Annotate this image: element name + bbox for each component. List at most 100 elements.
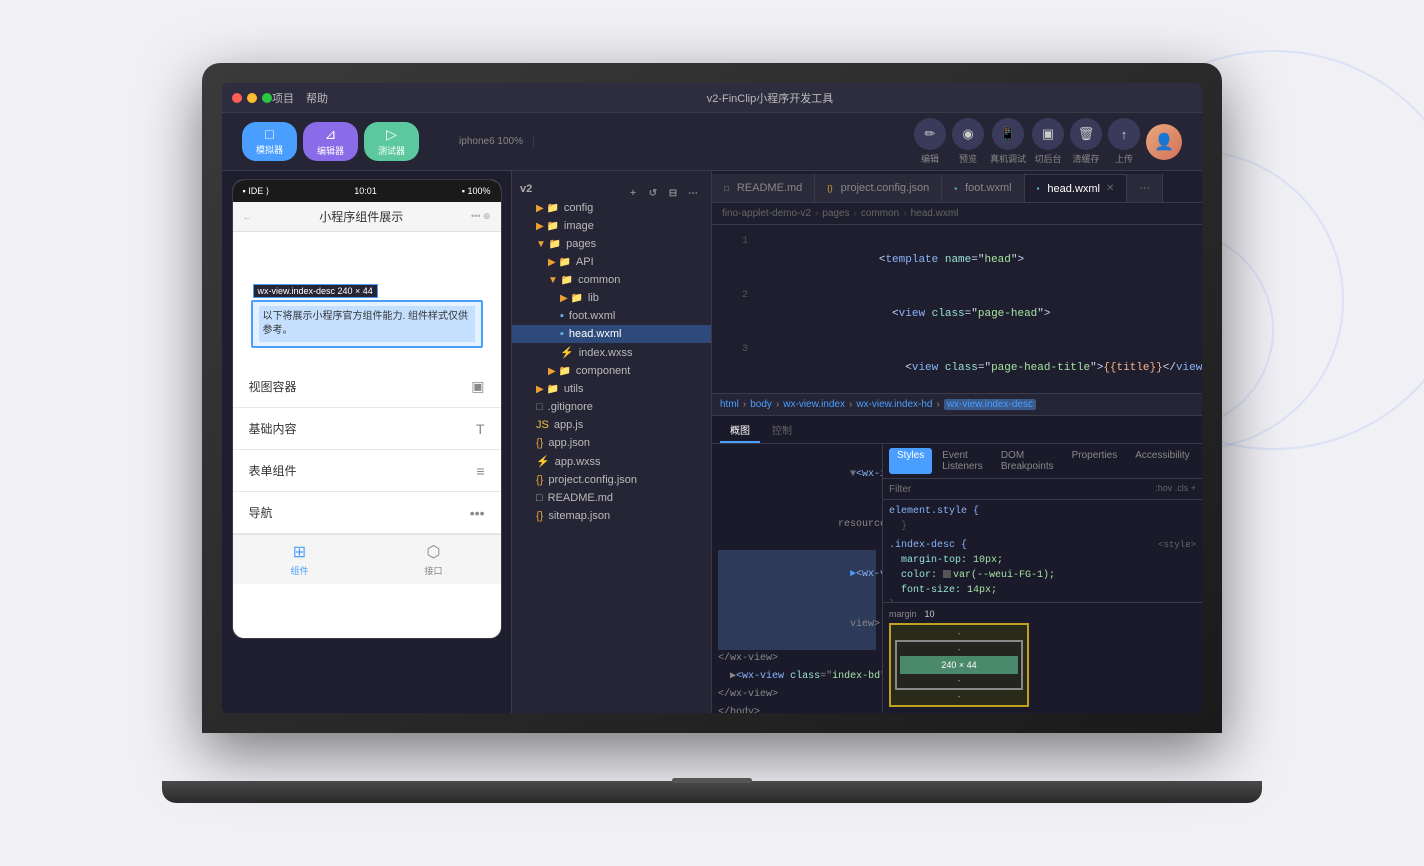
tab-foot-wxml[interactable]: ▪ foot.wxml [942, 174, 1024, 202]
json-file-icon: {} [536, 474, 543, 486]
tree-item-index-wxss[interactable]: ⚡ index.wxss [512, 343, 711, 362]
tree-item-config[interactable]: ▶ 📁 config [512, 199, 623, 217]
tree-label: app.json [548, 437, 590, 449]
bottom-tab-control[interactable]: 控制 [762, 420, 802, 443]
node-wx-index-desc[interactable]: wx-view.index-desc [944, 399, 1036, 410]
toolbar-preview-btn[interactable]: ◉ 预览 [952, 118, 984, 165]
tab-close-icon[interactable]: ✕ [1106, 183, 1114, 194]
styles-tab-styles[interactable]: Styles [889, 448, 932, 474]
status-left: ▪ IDE ⟩ [243, 186, 270, 197]
toolbar-edit-btn[interactable]: ✏ 编辑 [914, 118, 946, 165]
node-body[interactable]: body [750, 399, 772, 410]
tab-label: project.config.json [841, 182, 930, 194]
html-line-7: </body> [718, 704, 876, 713]
tree-label: head.wxml [569, 328, 622, 340]
breadcrumb-part-0: fino-applet-demo-v2 [722, 208, 811, 219]
nav-icon: ••• [470, 505, 485, 521]
styles-tab-events[interactable]: Event Listeners [934, 448, 991, 474]
menu-help[interactable]: 帮助 [306, 90, 328, 106]
tree-item-app-wxss[interactable]: ⚡ app.wxss [512, 452, 711, 471]
tree-label: app.wxss [555, 456, 601, 468]
tree-label: index.wxss [579, 347, 633, 359]
maximize-button[interactable] [262, 93, 272, 103]
tree-item-head-wxml[interactable]: ▪ head.wxml [512, 325, 711, 343]
toolbar-background-btn[interactable]: ▣ 切后台 [1032, 118, 1064, 165]
tree-item-utils[interactable]: ▶ 📁 utils [512, 380, 711, 398]
html-line-6: </wx-view> [718, 686, 876, 704]
tab-more[interactable]: ··· [1127, 174, 1163, 202]
tree-item-sitemap[interactable]: {} sitemap.json [512, 507, 711, 525]
editor-tabs: □ README.md {} project.config.json ▪ foo… [712, 171, 1202, 203]
breadcrumb-part-3: head.wxml [911, 208, 959, 219]
wxml-file-icon: ▪ [560, 328, 564, 340]
styles-tabs: Styles Event Listeners DOM Breakpoints P… [883, 444, 1202, 479]
user-avatar[interactable]: 👤 [1146, 124, 1182, 160]
mode-simulator[interactable]: □ 模拟器 [242, 122, 297, 161]
tree-label: component [576, 365, 630, 377]
toolbar-upload-btn[interactable]: ↑ 上传 [1108, 118, 1140, 165]
close-button[interactable] [232, 93, 242, 103]
tree-item-foot-wxml[interactable]: ▪ foot.wxml [512, 307, 711, 325]
tree-action-new[interactable]: + [625, 185, 641, 201]
tree-action-refresh[interactable]: ↺ [645, 185, 661, 201]
tree-item-component[interactable]: ▶ 📁 component [512, 362, 711, 380]
menu-project[interactable]: 项目 [272, 90, 294, 106]
status-time: 10:01 [354, 186, 377, 196]
styles-tab-props[interactable]: Properties [1064, 448, 1126, 474]
html-line-1: resources/kind/logo.png">_</wx-image> [718, 500, 876, 550]
node-breadcrumb: html › body › wx-view.index › wx-view.in… [712, 394, 1202, 416]
toolbar-clear-btn[interactable]: 🗑 清缓存 [1070, 118, 1102, 165]
styles-tab-dom[interactable]: DOM Breakpoints [993, 448, 1062, 474]
tree-item-pages[interactable]: ▼ 📁 pages [512, 235, 711, 253]
view-container-icon: ▣ [471, 378, 484, 395]
json-file-icon: {} [536, 510, 543, 522]
tree-item-lib[interactable]: ▶ 📁 lib [512, 289, 711, 307]
phone-menu-item-2[interactable]: 表单组件 ≡ [233, 450, 501, 492]
html-line-3: view> == $0 [718, 600, 876, 650]
tab-label: README.md [737, 182, 802, 194]
tab-label: head.wxml [1047, 183, 1100, 195]
tree-item-app-js[interactable]: JS app.js [512, 416, 711, 434]
node-wx-index-hd[interactable]: wx-view.index-hd [856, 399, 932, 410]
mode-tester[interactable]: ▷ 测试器 [364, 122, 419, 161]
tree-item-app-json[interactable]: {} app.json [512, 434, 711, 452]
tree-item-gitignore[interactable]: □ .gitignore [512, 398, 711, 416]
nav-component[interactable]: ⊞ 组件 [233, 542, 367, 577]
sep: › [903, 208, 906, 219]
tree-item-common[interactable]: ▼ 📁 common [512, 271, 711, 289]
node-html[interactable]: html [720, 399, 739, 410]
code-editor[interactable]: 1 <template name="head"> 2 <view class="… [712, 225, 1202, 393]
tree-item-image[interactable]: ▶ 📁 image [512, 217, 711, 235]
tree-action-collapse[interactable]: ⊟ [665, 185, 681, 201]
styles-tab-accessibility[interactable]: Accessibility [1127, 448, 1197, 474]
html-tree[interactable]: ▼<wx-image class="index-logo" src="../re… [712, 444, 882, 713]
tree-label: lib [588, 292, 599, 304]
tree-item-readme[interactable]: □ README.md [512, 489, 711, 507]
mode-editor[interactable]: ⊿ 编辑器 [303, 122, 358, 161]
nav-interface[interactable]: ⬡ 接口 [367, 542, 501, 577]
phone-menu-item-1[interactable]: 基础内容 T [233, 408, 501, 450]
sep: › [854, 208, 857, 219]
bottom-tab-overview[interactable]: 概图 [720, 420, 760, 443]
tab-project-config[interactable]: {} project.config.json [815, 174, 942, 202]
tree-item-project-config[interactable]: {} project.config.json [512, 471, 711, 489]
html-line-5: ▶<wx-view class="index-bd">_</wx-view> [718, 668, 876, 686]
tab-readme[interactable]: □ README.md [712, 174, 815, 202]
minimize-button[interactable] [247, 93, 257, 103]
phone-menu-item-0[interactable]: 视图容器 ▣ [233, 366, 501, 408]
toolbar-device-debug-btn[interactable]: 📱 真机调试 [990, 118, 1026, 165]
md-file-icon: □ [536, 492, 543, 504]
phone-content-area: wx-view.index-desc 240 × 44 以下将展示小程序官方组件… [233, 232, 501, 366]
laptop-screen: 项目 帮助 v2-FinClip小程序开发工具 □ 模拟器 ⊿ 编 [222, 83, 1202, 713]
style-source: <style> [1158, 538, 1196, 553]
phone-menu-item-3[interactable]: 导航 ••• [233, 492, 501, 534]
folder-icon: ▶ 📁 [548, 257, 571, 268]
tree-item-api[interactable]: ▶ 📁 API [512, 253, 711, 271]
css-rule-0: element.style { } [889, 504, 1196, 534]
filter-input[interactable] [889, 484, 1073, 495]
line-num: 2 [720, 287, 748, 305]
tree-action-more[interactable]: ⋯ [685, 185, 701, 201]
code-line-2: 2 <view class="page-head"> [712, 287, 1202, 341]
node-wx-index[interactable]: wx-view.index [783, 399, 845, 410]
tab-head-wxml[interactable]: ▪ head.wxml ✕ [1025, 174, 1128, 202]
